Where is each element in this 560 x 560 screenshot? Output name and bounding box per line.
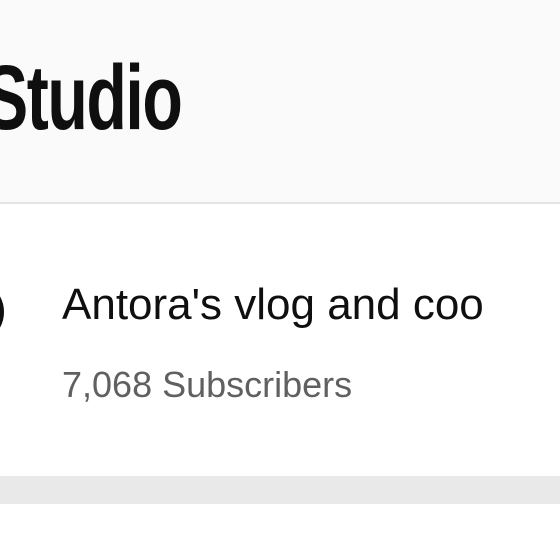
- subscriber-count: 7,068 Subscribers: [62, 364, 353, 405]
- channel-card[interactable]: Antora's vlog and coo 7,068 Subscribers: [0, 204, 560, 476]
- app-title: Studio: [0, 47, 183, 149]
- channel-name: Antora's vlog and coo: [62, 280, 484, 329]
- studio-page: Studio Antora's vlog and coo 7,068 Subsc…: [0, 0, 560, 560]
- channel-avatar[interactable]: [0, 280, 4, 344]
- section-divider: [0, 476, 560, 504]
- app-header: Studio: [0, 0, 560, 204]
- content-area: [0, 504, 560, 560]
